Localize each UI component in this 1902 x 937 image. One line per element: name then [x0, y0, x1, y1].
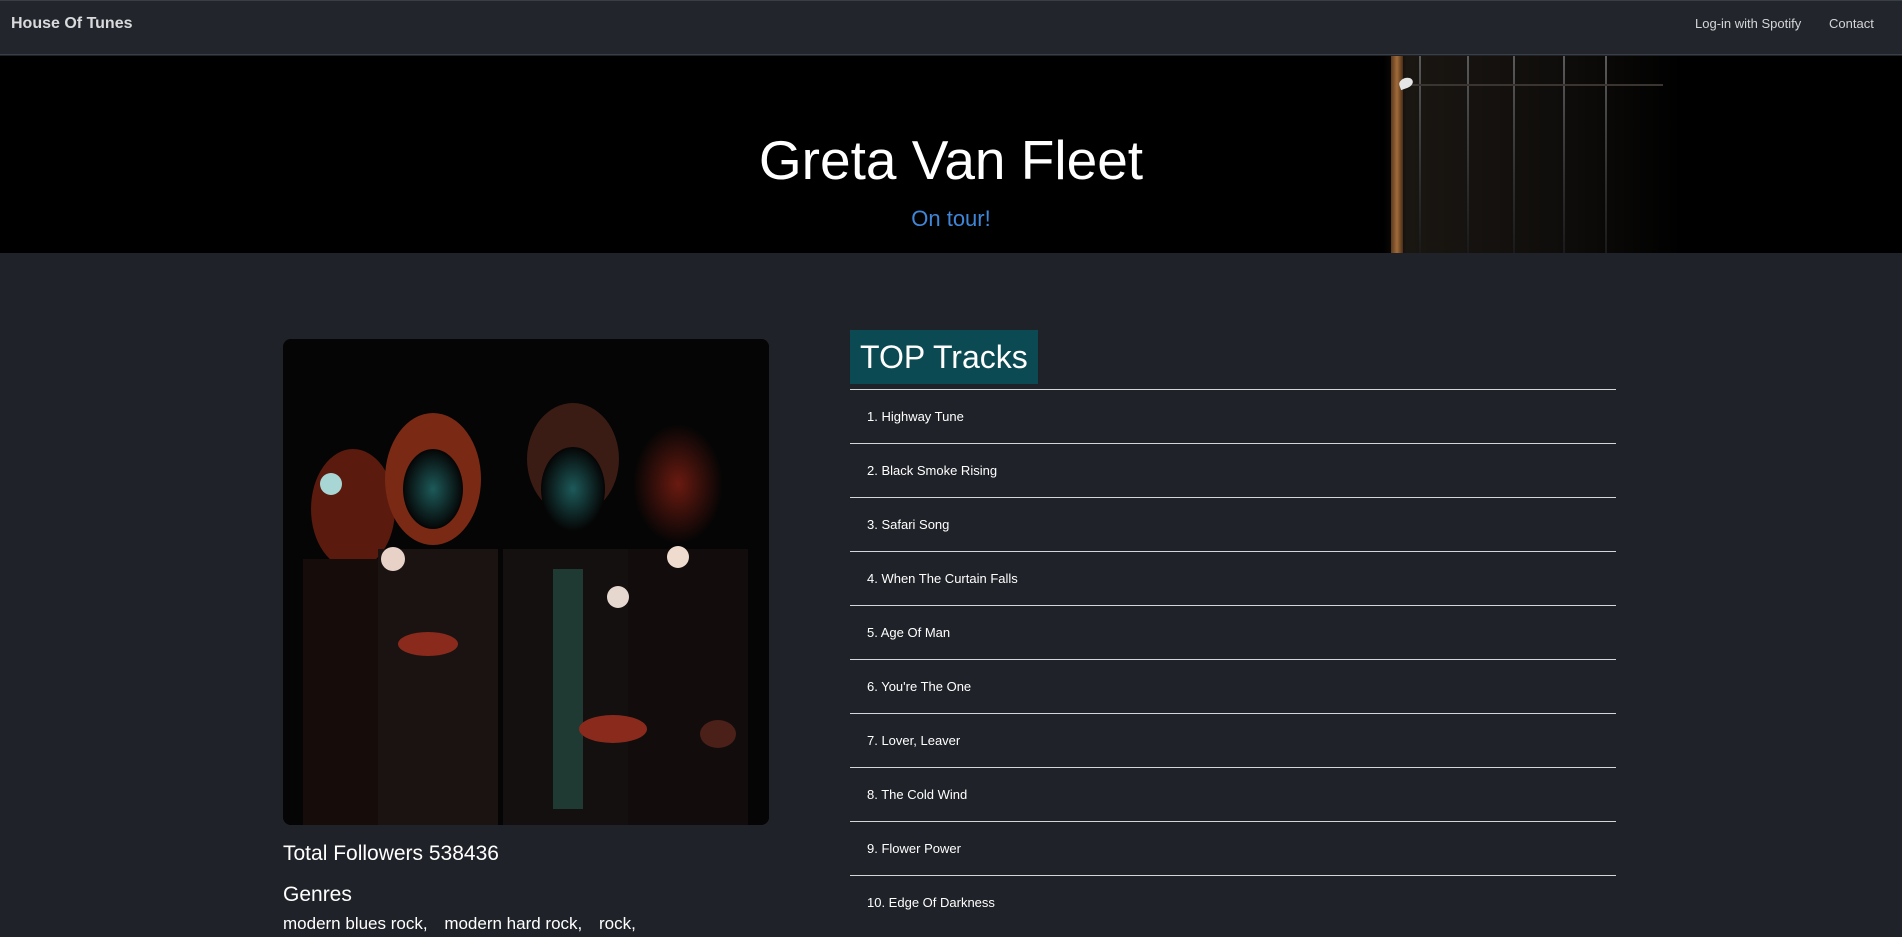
- track-item[interactable]: 4. When The Curtain Falls: [850, 551, 1616, 605]
- genre-item: modern blues rock,: [283, 914, 428, 933]
- top-tracks-list: 1. Highway Tune 2. Black Smoke Rising 3.…: [850, 389, 1616, 929]
- track-item[interactable]: 5. Age Of Man: [850, 605, 1616, 659]
- artist-hero-banner: Greta Van Fleet On tour!: [0, 56, 1902, 253]
- total-followers-text: Total Followers 538436: [283, 842, 499, 865]
- brand-link[interactable]: House Of Tunes: [11, 15, 133, 33]
- top-navbar: House Of Tunes Log-in with Spotify Conta…: [0, 0, 1902, 55]
- genres-list: modern blues rock, modern hard rock, roc…: [283, 914, 648, 934]
- artist-name-heading: Greta Van Fleet: [758, 129, 1144, 191]
- track-item[interactable]: 9. Flower Power: [850, 821, 1616, 875]
- login-spotify-link[interactable]: Log-in with Spotify: [1695, 16, 1801, 31]
- genre-item: rock,: [599, 914, 636, 933]
- track-item[interactable]: 10. Edge Of Darkness: [850, 875, 1616, 929]
- genres-heading: Genres: [283, 883, 352, 906]
- track-item[interactable]: 2. Black Smoke Rising: [850, 443, 1616, 497]
- track-item[interactable]: 6. You're The One: [850, 659, 1616, 713]
- track-item[interactable]: 1. Highway Tune: [850, 389, 1616, 443]
- contact-link[interactable]: Contact: [1829, 16, 1874, 31]
- track-item[interactable]: 8. The Cold Wind: [850, 767, 1616, 821]
- top-tracks-heading: TOP Tracks: [850, 330, 1038, 384]
- artist-photo: [283, 339, 769, 825]
- track-item[interactable]: 3. Safari Song: [850, 497, 1616, 551]
- track-item[interactable]: 7. Lover, Leaver: [850, 713, 1616, 767]
- tour-status-text: On tour!: [911, 206, 991, 231]
- genre-item: modern hard rock,: [444, 914, 583, 933]
